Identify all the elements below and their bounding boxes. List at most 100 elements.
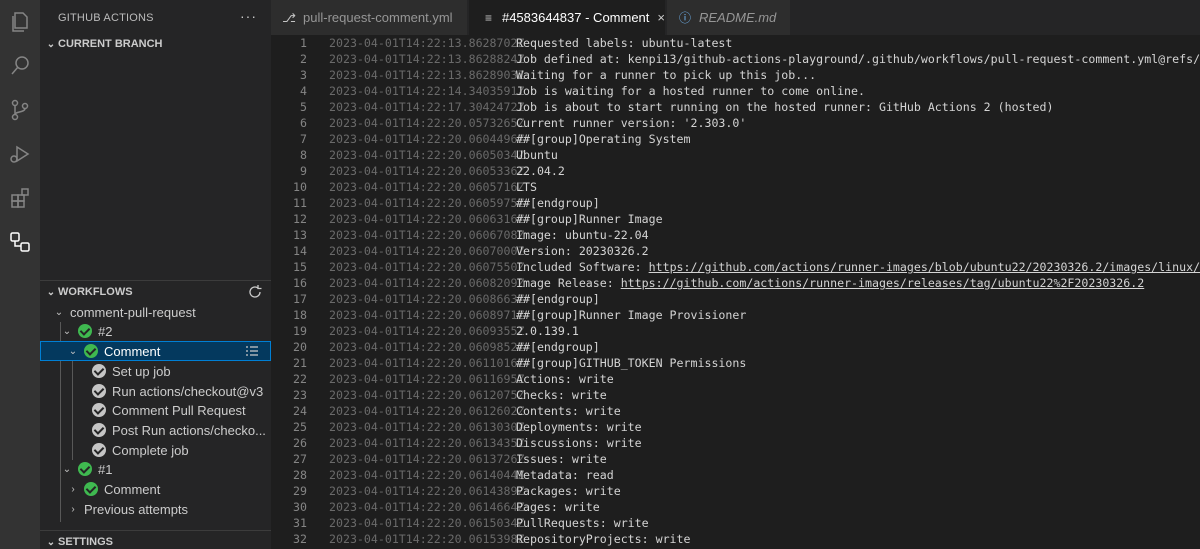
log-line: 3 2023-04-01T14:22:13.8628903Z Waiting for…	[271, 67, 1200, 83]
log-message-text: Version: 20230326.2	[516, 244, 649, 258]
line-number: 5	[300, 100, 307, 114]
refresh-icon[interactable]	[247, 284, 263, 300]
log-line: 4 2023-04-01T14:22:14.3403591Z Job is wait…	[271, 83, 1200, 99]
log-timestamp: 2023-04-01T14:22:20.0611016Z	[329, 356, 525, 370]
success-icon	[92, 443, 106, 457]
current-branch-label: CURRENT BRANCH	[58, 38, 163, 50]
log-message: ##[group]GITHUB_TOKEN Permissions	[516, 355, 746, 371]
log-editor[interactable]: 1 2023-04-01T14:22:13.8628702Z Requested l…	[271, 35, 1200, 549]
line-number: 23	[293, 388, 307, 402]
chevron-down-icon: ⌄	[54, 306, 64, 318]
line-number: 1	[300, 36, 307, 50]
log-message-text: ##[endgroup]	[516, 340, 600, 354]
log-message: Requested labels: ubuntu-latest	[516, 35, 732, 51]
log-message-text: ##[group]GITHUB_TOKEN Permissions	[516, 356, 747, 370]
step-item[interactable]: Complete job	[40, 440, 271, 460]
log-line: 6 2023-04-01T14:22:20.0573265Z Current run…	[271, 115, 1200, 131]
step-item[interactable]: Comment Pull Request	[40, 400, 271, 420]
tab-readme[interactable]: ⓘ README.md	[667, 0, 791, 35]
log-timestamp: 2023-04-01T14:22:20.0613030Z	[329, 420, 525, 434]
log-message: RepositoryProjects: write	[516, 531, 691, 547]
log-message-text: Current runner version: '2.303.0'	[516, 116, 747, 130]
log-message-text: ##[group]Operating System	[516, 132, 691, 146]
job-item-comment[interactable]: ⌄ Comment	[40, 341, 271, 361]
workflow-item[interactable]: ⌄ comment-pull-request	[40, 302, 271, 322]
line-number: 8	[300, 148, 307, 162]
log-message-text: Waiting for a runner to pick up this job…	[516, 68, 817, 82]
step-item[interactable]: Set up job	[40, 361, 271, 381]
log-line: 21 2023-04-01T14:22:20.0611016Z ##[group]G…	[271, 355, 1200, 371]
log-timestamp: 2023-04-01T14:22:20.0608971Z	[329, 308, 525, 322]
run-item-2[interactable]: ⌄ #2	[40, 321, 271, 341]
log-timestamp: 2023-04-01T14:22:20.0614389Z	[329, 484, 525, 498]
log-message: Actions: write	[516, 371, 614, 387]
sidebar-title: GITHUB ACTIONS ···	[40, 0, 271, 35]
explorer-icon[interactable]	[0, 0, 40, 44]
current-branch-section[interactable]: ⌄ CURRENT BRANCH	[40, 33, 271, 55]
settings-section[interactable]: ⌄ SETTINGS	[40, 531, 271, 549]
log-message: Deployments: write	[516, 419, 642, 435]
step-label: Set up job	[112, 363, 171, 379]
log-line: 8 2023-04-01T14:22:20.0605034Z Ubuntu	[271, 147, 1200, 163]
line-number: 28	[293, 468, 307, 482]
line-number: 6	[300, 116, 307, 130]
run-debug-icon[interactable]	[0, 132, 40, 176]
log-message-text: Job is waiting for a hosted runner to co…	[516, 84, 866, 98]
log-message-text: Pages: write	[516, 500, 600, 514]
chevron-down-icon: ⌄	[62, 325, 72, 337]
log-message: Discussions: write	[516, 435, 642, 451]
step-item[interactable]: Post Run actions/checko...	[40, 420, 271, 440]
step-item[interactable]: Run actions/checkout@v3	[40, 381, 271, 401]
success-icon	[92, 364, 106, 378]
step-label: Comment Pull Request	[112, 402, 246, 418]
close-icon[interactable]: ×	[657, 10, 665, 25]
log-timestamp: 2023-04-01T14:22:20.0605034Z	[329, 148, 525, 162]
extensions-icon[interactable]	[0, 176, 40, 220]
log-message: Checks: write	[516, 387, 607, 403]
log-timestamp: 2023-04-01T14:22:20.0604496Z	[329, 132, 525, 146]
log-message: 2.0.139.1	[516, 323, 579, 339]
log-line: 15 2023-04-01T14:22:20.0607550Z Included S…	[271, 259, 1200, 275]
log-timestamp: 2023-04-01T14:22:20.0613726Z	[329, 452, 525, 466]
log-link[interactable]: https://github.com/actions/runner-images…	[621, 276, 1145, 290]
log-timestamp: 2023-04-01T14:22:20.0608663Z	[329, 292, 525, 306]
log-message: Job is about to start running on the hos…	[516, 99, 1053, 115]
previous-attempts-item[interactable]: › Previous attempts	[40, 499, 271, 519]
log-line: 30 2023-04-01T14:22:20.0614664Z Pages: wri…	[271, 499, 1200, 515]
log-message: ##[group]Runner Image	[516, 211, 663, 227]
github-actions-icon[interactable]	[0, 220, 40, 264]
tab-workflow-file[interactable]: ⎇ pull-request-comment.yml	[271, 0, 468, 35]
log-line: 2 2023-04-01T14:22:13.8628824Z Job defined…	[271, 51, 1200, 67]
log-line: 32 2023-04-01T14:22:20.0615398Z Repository…	[271, 531, 1200, 547]
log-line: 1 2023-04-01T14:22:13.8628702Z Requested l…	[271, 35, 1200, 51]
search-icon[interactable]	[0, 44, 40, 88]
log-message-text: 22.04.2	[516, 164, 565, 178]
workflows-section[interactable]: ⌄ WORKFLOWS	[40, 281, 271, 303]
line-number: 31	[293, 516, 307, 530]
log-line: 19 2023-04-01T14:22:20.0609355Z 2.0.139.1	[271, 323, 1200, 339]
log-link[interactable]: https://github.com/actions/runner-images…	[649, 260, 1200, 274]
log-message-text: Actions: write	[516, 372, 614, 386]
log-timestamp: 2023-04-01T14:22:20.0608209Z	[329, 276, 525, 290]
log-message-text: ##[group]Runner Image	[516, 212, 663, 226]
line-number: 32	[293, 532, 307, 546]
log-message: ##[group]Operating System	[516, 131, 691, 147]
chevron-right-icon: ›	[71, 483, 75, 495]
run-item-1[interactable]: ⌄ #1	[40, 459, 271, 479]
source-control-icon[interactable]	[0, 88, 40, 132]
log-message: Pages: write	[516, 499, 600, 515]
log-message: Image Release: https://github.com/action…	[516, 275, 1144, 291]
tab-log[interactable]: ≡ #4583644837 - Comment ×	[469, 0, 666, 35]
log-message: Metadata: read	[516, 467, 614, 483]
more-actions-icon[interactable]: ···	[240, 8, 257, 24]
log-message-text: Checks: write	[516, 388, 607, 402]
settings-label: SETTINGS	[58, 536, 114, 548]
view-logs-icon[interactable]	[245, 344, 259, 358]
workflows-label: WORKFLOWS	[58, 286, 133, 298]
success-icon	[78, 324, 92, 338]
job-item[interactable]: › Comment	[40, 479, 271, 499]
previous-attempts-label: Previous attempts	[84, 501, 189, 517]
log-message: ##[endgroup]	[516, 339, 600, 355]
log-line: 7 2023-04-01T14:22:20.0604496Z ##[group]Op…	[271, 131, 1200, 147]
log-message-text: LTS	[516, 180, 537, 194]
